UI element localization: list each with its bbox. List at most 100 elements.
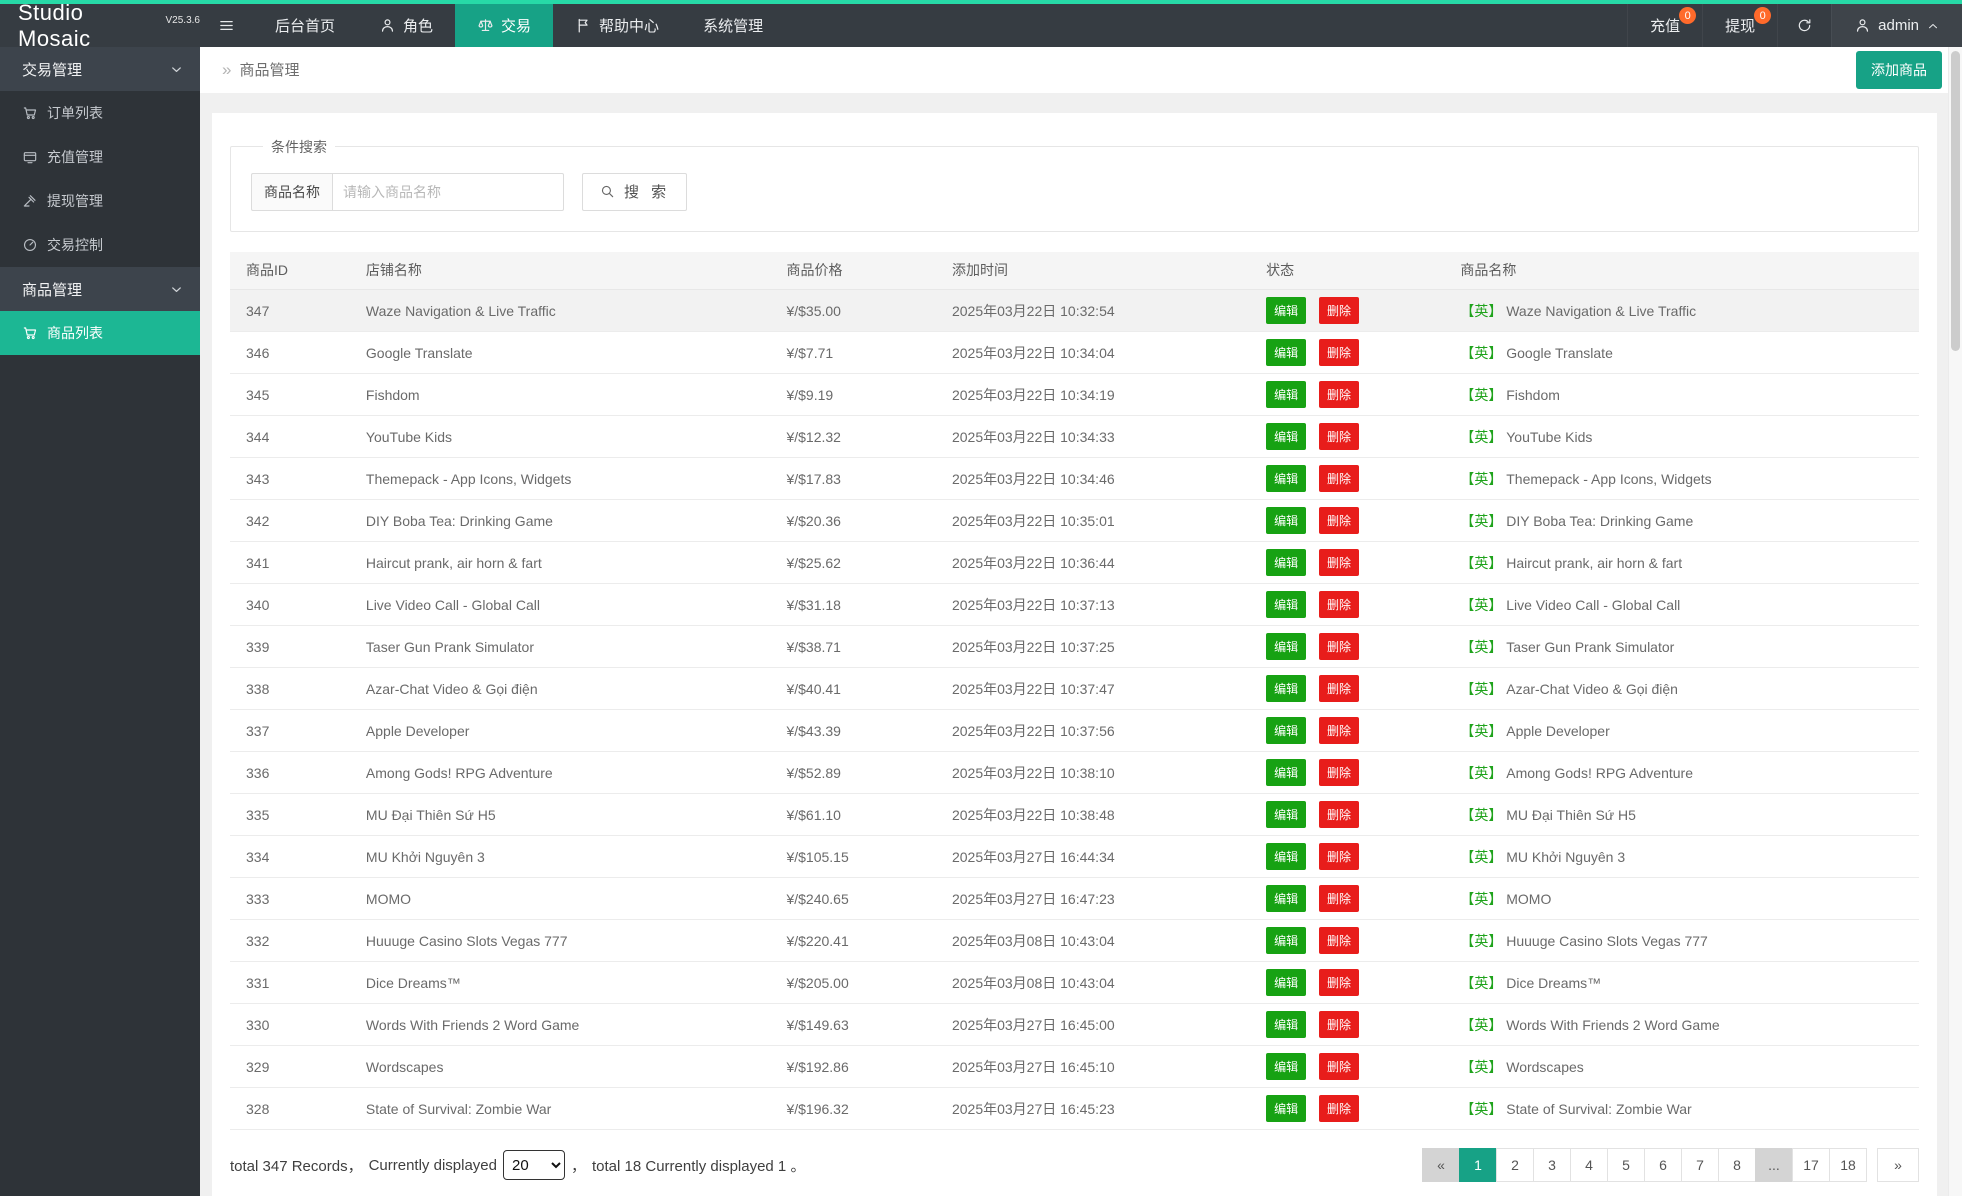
table-row[interactable]: 332 Huuuge Casino Slots Vegas 777 ¥/$220… (230, 919, 1919, 962)
delete-button[interactable]: 删除 (1319, 381, 1360, 408)
edit-button[interactable]: 编辑 (1266, 1011, 1307, 1038)
table-row[interactable]: 328 State of Survival: Zombie War ¥/$196… (230, 1087, 1919, 1130)
delete-button[interactable]: 删除 (1319, 927, 1360, 954)
table-row[interactable]: 342 DIY Boba Tea: Drinking Game ¥/$20.36… (230, 499, 1919, 542)
edit-button[interactable]: 编辑 (1266, 591, 1307, 618)
edit-button[interactable]: 编辑 (1266, 507, 1307, 534)
edit-button[interactable]: 编辑 (1266, 549, 1307, 576)
table-row[interactable]: 344 YouTube Kids ¥/$12.32 2025年03月22日 10… (230, 415, 1919, 458)
cell-status: 编辑 删除 (1250, 373, 1445, 416)
edit-button[interactable]: 编辑 (1266, 927, 1307, 954)
refresh-button[interactable] (1777, 4, 1831, 47)
edit-button[interactable]: 编辑 (1266, 1053, 1307, 1080)
delete-button[interactable]: 删除 (1319, 507, 1360, 534)
page-button-7[interactable]: 7 (1681, 1148, 1719, 1182)
edit-button[interactable]: 编辑 (1266, 465, 1307, 492)
sidebar-group-product[interactable]: 商品管理 (0, 267, 200, 311)
delete-button[interactable]: 删除 (1319, 1053, 1360, 1080)
delete-button[interactable]: 删除 (1319, 801, 1360, 828)
table-row[interactable]: 338 Azar-Chat Video & Gọi điện ¥/$40.41 … (230, 667, 1919, 710)
page-button-4[interactable]: 4 (1570, 1148, 1608, 1182)
edit-button[interactable]: 编辑 (1266, 717, 1307, 744)
sidebar-item-product-list[interactable]: 商品列表 (0, 311, 200, 355)
page-button-18[interactable]: 18 (1829, 1148, 1867, 1182)
edit-button[interactable]: 编辑 (1266, 969, 1307, 996)
edit-button[interactable]: 编辑 (1266, 801, 1307, 828)
table-row[interactable]: 340 Live Video Call - Global Call ¥/$31.… (230, 583, 1919, 626)
edit-button[interactable]: 编辑 (1266, 423, 1307, 450)
table-row[interactable]: 346 Google Translate ¥/$7.71 2025年03月22日… (230, 331, 1919, 374)
search-button[interactable]: 搜 索 (582, 172, 688, 211)
table-row[interactable]: 330 Words With Friends 2 Word Game ¥/$14… (230, 1003, 1919, 1046)
page-button-...[interactable]: ... (1755, 1148, 1793, 1182)
vertical-scrollbar[interactable] (1948, 47, 1962, 1196)
delete-button[interactable]: 删除 (1319, 465, 1360, 492)
recharge-button[interactable]: 充值 0 (1627, 4, 1702, 47)
scrollbar-thumb[interactable] (1951, 51, 1960, 351)
edit-button[interactable]: 编辑 (1266, 843, 1307, 870)
user-menu[interactable]: admin (1831, 4, 1962, 47)
withdraw-button[interactable]: 提现 0 (1702, 4, 1777, 47)
delete-button[interactable]: 删除 (1319, 339, 1360, 366)
table-row[interactable]: 345 Fishdom ¥/$9.19 2025年03月22日 10:34:19… (230, 373, 1919, 416)
page-button-5[interactable]: 5 (1607, 1148, 1645, 1182)
sidebar-item-order-list[interactable]: 订单列表 (0, 91, 200, 135)
delete-button[interactable]: 删除 (1319, 1011, 1360, 1038)
sidebar-item-trade-control[interactable]: 交易控制 (0, 223, 200, 267)
table-row[interactable]: 337 Apple Developer ¥/$43.39 2025年03月22日… (230, 709, 1919, 752)
delete-button[interactable]: 删除 (1319, 675, 1360, 702)
edit-button[interactable]: 编辑 (1266, 633, 1307, 660)
delete-button[interactable]: 删除 (1319, 843, 1360, 870)
page-button-»[interactable]: » (1877, 1148, 1919, 1182)
sidebar-toggle-button[interactable] (200, 4, 253, 47)
table-row[interactable]: 336 Among Gods! RPG Adventure ¥/$52.89 2… (230, 751, 1919, 794)
delete-button[interactable]: 删除 (1319, 885, 1360, 912)
table-row[interactable]: 329 Wordscapes ¥/$192.86 2025年03月27日 16:… (230, 1045, 1919, 1088)
table-row[interactable]: 343 Themepack - App Icons, Widgets ¥/$17… (230, 457, 1919, 500)
nav-item-role[interactable]: 角色 (357, 4, 455, 47)
sidebar-item-recharge-mgmt[interactable]: 充值管理 (0, 135, 200, 179)
delete-button[interactable]: 删除 (1319, 423, 1360, 450)
cell-product-name: 【英】 YouTube Kids (1444, 415, 1919, 458)
page-button-1[interactable]: 1 (1459, 1148, 1497, 1182)
table-row[interactable]: 335 MU Đại Thiên Sứ H5 ¥/$61.10 2025年03月… (230, 793, 1919, 836)
page-size-select[interactable]: 20 (502, 1150, 565, 1180)
page-button-2[interactable]: 2 (1496, 1148, 1534, 1182)
edit-button[interactable]: 编辑 (1266, 675, 1307, 702)
delete-button[interactable]: 删除 (1319, 633, 1360, 660)
product-name-input[interactable] (332, 172, 564, 211)
page-button-3[interactable]: 3 (1533, 1148, 1571, 1182)
edit-button[interactable]: 编辑 (1266, 759, 1307, 786)
nav-item-home[interactable]: 后台首页 (253, 4, 357, 47)
page-button-6[interactable]: 6 (1644, 1148, 1682, 1182)
table-row[interactable]: 331 Dice Dreams™ ¥/$205.00 2025年03月08日 1… (230, 961, 1919, 1004)
delete-button[interactable]: 删除 (1319, 759, 1360, 786)
edit-button[interactable]: 编辑 (1266, 297, 1307, 324)
recharge-badge: 0 (1679, 7, 1697, 24)
product-name-text: Google Translate (1506, 344, 1613, 361)
delete-button[interactable]: 删除 (1319, 1095, 1360, 1122)
delete-button[interactable]: 删除 (1319, 549, 1360, 576)
delete-button[interactable]: 删除 (1319, 717, 1360, 744)
page-button-8[interactable]: 8 (1718, 1148, 1756, 1182)
sidebar-item-withdraw-mgmt[interactable]: 提现管理 (0, 179, 200, 223)
edit-button[interactable]: 编辑 (1266, 339, 1307, 366)
page-button-17[interactable]: 17 (1792, 1148, 1830, 1182)
sidebar-group-trade[interactable]: 交易管理 (0, 47, 200, 91)
page-button-«[interactable]: « (1422, 1148, 1460, 1182)
add-product-button[interactable]: 添加商品 (1856, 50, 1942, 89)
table-row[interactable]: 347 Waze Navigation & Live Traffic ¥/$35… (230, 289, 1919, 332)
delete-button[interactable]: 删除 (1319, 297, 1360, 324)
edit-button[interactable]: 编辑 (1266, 885, 1307, 912)
nav-item-system[interactable]: 系统管理 (681, 4, 785, 47)
nav-item-trade[interactable]: 交易 (455, 4, 554, 47)
edit-button[interactable]: 编辑 (1266, 381, 1307, 408)
table-row[interactable]: 334 MU Khởi Nguyên 3 ¥/$105.15 2025年03月2… (230, 835, 1919, 878)
delete-button[interactable]: 删除 (1319, 969, 1360, 996)
delete-button[interactable]: 删除 (1319, 591, 1360, 618)
table-row[interactable]: 339 Taser Gun Prank Simulator ¥/$38.71 2… (230, 625, 1919, 668)
table-row[interactable]: 333 MOMO ¥/$240.65 2025年03月27日 16:47:23 … (230, 877, 1919, 920)
table-row[interactable]: 341 Haircut prank, air horn & fart ¥/$25… (230, 541, 1919, 584)
edit-button[interactable]: 编辑 (1266, 1095, 1307, 1122)
nav-item-help[interactable]: 帮助中心 (553, 4, 681, 47)
